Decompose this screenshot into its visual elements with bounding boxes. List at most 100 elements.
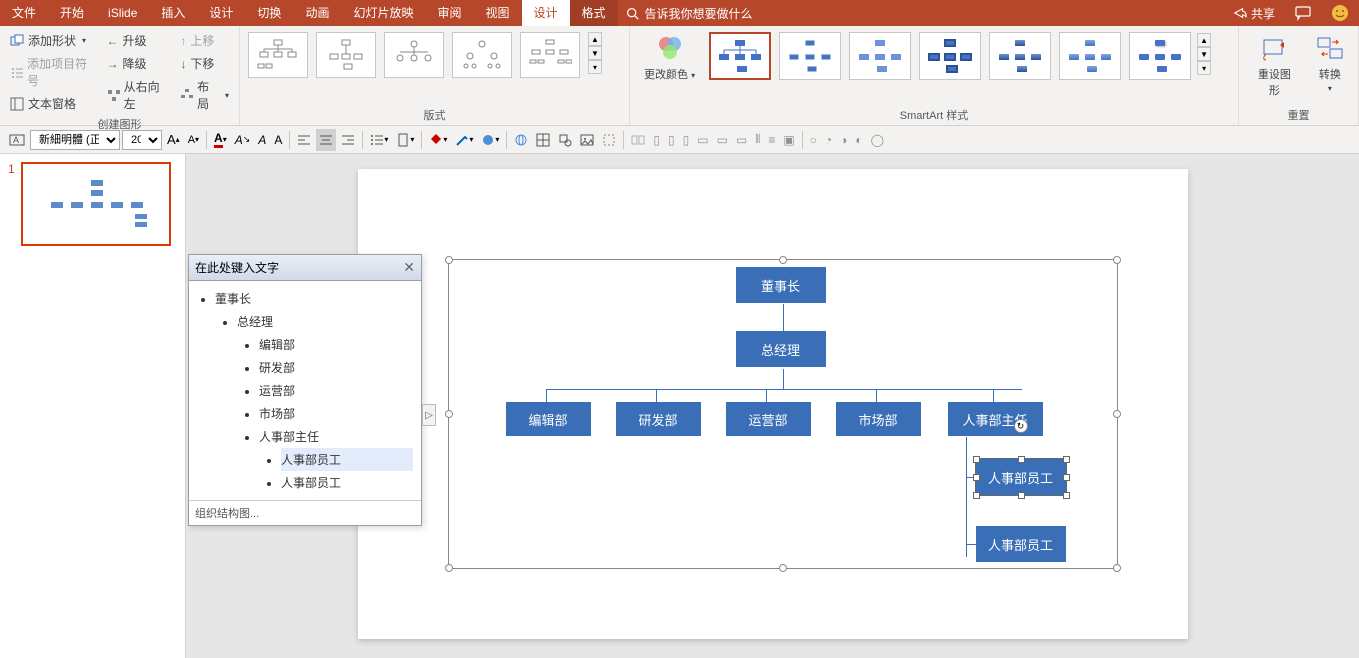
close-icon[interactable]: ✕ bbox=[403, 259, 415, 276]
screenshot-button[interactable] bbox=[599, 129, 619, 151]
org-node-ops[interactable]: 运营部 bbox=[726, 402, 811, 436]
org-node-chairman[interactable]: 董事长 bbox=[736, 267, 826, 303]
tab-view[interactable]: 视图 bbox=[473, 0, 521, 26]
promote-button[interactable]: ←升级 bbox=[103, 30, 173, 51]
share-button[interactable]: 共享 bbox=[1223, 5, 1285, 22]
text-pane-item[interactable]: 人事部员工 bbox=[281, 471, 413, 494]
align-left-button[interactable] bbox=[294, 129, 314, 151]
tab-format[interactable]: 格式 bbox=[570, 0, 618, 26]
style-option-2[interactable] bbox=[779, 32, 841, 80]
layout-option-5[interactable] bbox=[520, 32, 580, 78]
add-shape-button[interactable]: 添加形状▾ bbox=[6, 30, 99, 51]
text-pane-item[interactable]: 人事部主任 bbox=[259, 425, 413, 448]
org-node-gm[interactable]: 总经理 bbox=[736, 331, 826, 367]
tab-transitions[interactable]: 切换 bbox=[245, 0, 293, 26]
style-option-4[interactable] bbox=[919, 32, 981, 80]
tab-animations[interactable]: 动画 bbox=[293, 0, 341, 26]
tell-me[interactable]: 告诉我你想要做什么 bbox=[626, 5, 753, 22]
distribute-h[interactable]: ⫴ bbox=[752, 129, 763, 151]
style-option-5[interactable] bbox=[989, 32, 1051, 80]
org-node-hr-staff-1[interactable]: 人事部员工 bbox=[976, 459, 1066, 495]
layouts-more[interactable]: ▾ bbox=[588, 60, 602, 74]
layout-option-1[interactable] bbox=[248, 32, 308, 78]
insert-shape-button[interactable] bbox=[555, 129, 575, 151]
org-node-rd[interactable]: 研发部 bbox=[616, 402, 701, 436]
align-top-obj[interactable]: ▭ bbox=[694, 129, 711, 151]
comments-button[interactable] bbox=[1285, 5, 1321, 21]
tab-review[interactable]: 审阅 bbox=[425, 0, 473, 26]
text-pane-item[interactable]: 董事长 bbox=[215, 287, 413, 310]
layout-option-4[interactable] bbox=[452, 32, 512, 78]
tab-islide[interactable]: iSlide bbox=[96, 0, 149, 26]
change-colors-button[interactable]: 更改颜色 ▾ bbox=[636, 30, 703, 86]
font-size-select[interactable]: 20 bbox=[122, 130, 162, 150]
demote-button[interactable]: →降级 bbox=[103, 53, 173, 74]
tab-insert[interactable]: 插入 bbox=[149, 0, 197, 26]
merge-shapes-3[interactable]: ◑ bbox=[837, 129, 850, 151]
bold-button[interactable]: A bbox=[255, 129, 269, 151]
align-left-obj[interactable]: ▯ bbox=[650, 129, 663, 151]
layout-option-3[interactable] bbox=[384, 32, 444, 78]
style-option-7[interactable] bbox=[1129, 32, 1191, 80]
slide-thumbnail-1[interactable] bbox=[21, 162, 171, 246]
align-right-button[interactable] bbox=[338, 129, 358, 151]
shape-outline-button[interactable]: ▾ bbox=[452, 129, 476, 151]
tab-design-main[interactable]: 设计 bbox=[197, 0, 245, 26]
add-bullet-button[interactable]: 添加项目符号 bbox=[6, 53, 99, 91]
text-pane-item[interactable]: 人事部员工 bbox=[281, 448, 413, 471]
tab-file[interactable]: 文件 bbox=[0, 0, 48, 26]
text-pane-header[interactable]: 在此处键入文字 ✕ bbox=[189, 255, 421, 281]
clear-format-button[interactable]: A↘ bbox=[232, 129, 254, 151]
merge-shapes-2[interactable]: ◔ bbox=[822, 129, 835, 151]
merge-shapes-5[interactable]: ◯ bbox=[868, 129, 887, 151]
grow-font-button[interactable]: A▴ bbox=[164, 129, 183, 151]
table-button[interactable] bbox=[533, 129, 553, 151]
rotate-handle[interactable]: ↻ bbox=[1014, 419, 1028, 433]
orientation-button[interactable]: ▾ bbox=[393, 129, 417, 151]
align-center-obj[interactable]: ▯ bbox=[665, 129, 678, 151]
org-node-market[interactable]: 市场部 bbox=[836, 402, 921, 436]
text-pane[interactable]: 在此处键入文字 ✕ 董事长 总经理 编辑部 研发部 运营部 市场部 人事部主任 … bbox=[188, 254, 422, 526]
distribute-v[interactable]: ≡ bbox=[765, 129, 778, 151]
change-case-button[interactable]: A bbox=[271, 129, 285, 151]
slide[interactable]: 董事长 总经理 编辑部 研发部 运营部 市场部 人事部主任 人事部员工 ↻ 人事… bbox=[358, 169, 1188, 639]
align-middle-obj[interactable]: ▭ bbox=[714, 129, 731, 151]
group-button[interactable]: ▣ bbox=[780, 129, 797, 151]
text-box-button[interactable]: A bbox=[6, 129, 28, 151]
text-pane-item[interactable]: 研发部 bbox=[259, 356, 413, 379]
style-option-3[interactable] bbox=[849, 32, 911, 80]
merge-shapes-1[interactable]: ○ bbox=[807, 129, 820, 151]
layout-option-2[interactable] bbox=[316, 32, 376, 78]
text-pane-item[interactable]: 总经理 bbox=[237, 310, 413, 333]
styles-scroll-down[interactable]: ▼ bbox=[1197, 47, 1211, 61]
org-node-hr-staff-2[interactable]: 人事部员工 bbox=[976, 526, 1066, 562]
text-pane-toggle[interactable]: ▷ bbox=[422, 404, 436, 426]
shrink-font-button[interactable]: A▾ bbox=[185, 129, 202, 151]
tab-smartart-design[interactable]: 设计 bbox=[522, 0, 570, 26]
merge-shapes-4[interactable]: ◐ bbox=[852, 129, 865, 151]
rtl-button[interactable]: 从右向左 bbox=[103, 76, 173, 114]
text-pane-body[interactable]: 董事长 总经理 编辑部 研发部 运营部 市场部 人事部主任 人事部员工 人事部员… bbox=[189, 281, 421, 500]
convert-button[interactable]: 转换 ▾ bbox=[1308, 30, 1352, 98]
layouts-scroll-up[interactable]: ▲ bbox=[588, 32, 602, 46]
styles-scroll-up[interactable]: ▲ bbox=[1197, 33, 1211, 47]
layouts-scroll-down[interactable]: ▼ bbox=[588, 46, 602, 60]
shape-fill-button[interactable]: ▾ bbox=[426, 129, 450, 151]
org-node-hr-head[interactable]: 人事部主任 bbox=[948, 402, 1043, 436]
style-option-1[interactable] bbox=[709, 32, 771, 80]
hyperlink-button[interactable] bbox=[511, 129, 531, 151]
align-right-obj[interactable]: ▯ bbox=[680, 129, 693, 151]
shape-effects-button[interactable]: ▾ bbox=[478, 129, 502, 151]
font-select[interactable]: 新細明體 (正 bbox=[30, 130, 120, 150]
move-down-button[interactable]: ↓下移 bbox=[176, 53, 233, 74]
move-up-button[interactable]: ↑上移 bbox=[176, 30, 233, 51]
font-color-button[interactable]: A▾ bbox=[211, 129, 230, 151]
text-pane-button[interactable]: 文本窗格 bbox=[6, 93, 99, 114]
tab-home[interactable]: 开始 bbox=[48, 0, 96, 26]
text-pane-item[interactable]: 市场部 bbox=[259, 402, 413, 425]
text-pane-item[interactable]: 运营部 bbox=[259, 379, 413, 402]
layout-button[interactable]: 布局▾ bbox=[176, 76, 233, 114]
reset-graphic-button[interactable]: 重设图形 bbox=[1245, 30, 1304, 102]
align-objects-button[interactable] bbox=[628, 129, 648, 151]
org-node-edit[interactable]: 编辑部 bbox=[506, 402, 591, 436]
